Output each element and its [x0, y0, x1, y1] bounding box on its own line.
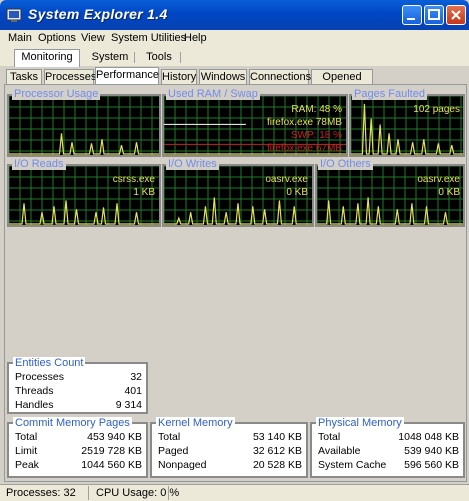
kernel-memory-box: Kernel Memory Total 53 140 KB Paged 32 612…	[150, 417, 308, 478]
io-reads-title: I/O Reads	[12, 158, 66, 170]
io-reads-value: 1 KB	[133, 187, 155, 198]
ram-top-process: firefox.exe 78MB	[266, 117, 342, 128]
io-writes-process: oasrv.exe	[265, 174, 308, 185]
kernel-label: Paged	[158, 445, 189, 457]
main-tab-bar: Monitoring System Tools	[0, 48, 469, 67]
entities-label: Handles	[15, 399, 54, 411]
tab-processes[interactable]: Processes	[44, 69, 96, 84]
processor-usage-title: Processor Usage	[12, 88, 101, 100]
io-others-title: I/O Others	[318, 158, 373, 170]
physical-value: 596 560 KB	[404, 459, 459, 471]
kernel-label: Total	[158, 431, 181, 443]
close-icon	[451, 10, 461, 20]
status-separator	[168, 486, 169, 500]
pages-faulted-value: 102 pages	[413, 104, 460, 115]
ram-swap-title: Used RAM / Swap	[166, 88, 260, 100]
kernel-memory-title: Kernel Memory	[156, 417, 235, 429]
entities-value: 401	[124, 385, 142, 397]
minimize-button[interactable]	[402, 5, 422, 25]
graph-grid	[9, 96, 159, 155]
tab-performance[interactable]: Performance	[95, 67, 159, 84]
io-others-process: oasrv.exe	[417, 174, 460, 185]
status-cpu-usage: CPU Usage: 0 %	[96, 487, 180, 499]
menu-main[interactable]: Main	[8, 32, 32, 44]
close-button[interactable]	[446, 5, 466, 25]
processor-usage-graph	[7, 94, 161, 157]
commit-label: Peak	[15, 459, 39, 471]
io-others-value: 0 KB	[438, 187, 460, 198]
tab-system[interactable]: System	[90, 50, 130, 65]
tab-opened-files[interactable]: Opened Files	[311, 69, 373, 98]
kernel-value: 32 612 KB	[252, 445, 302, 457]
physical-value: 539 940 KB	[404, 445, 459, 457]
menu-system-utilities[interactable]: System Utilities	[111, 32, 186, 44]
tab-separator	[180, 52, 181, 63]
entities-label: Processes	[15, 371, 65, 383]
kernel-label: Nonpaged	[158, 459, 207, 471]
commit-value: 453 940 KB	[87, 431, 142, 443]
ram-percent: RAM: 48 %	[291, 104, 342, 115]
io-reads-process: csrss.exe	[112, 174, 155, 185]
entities-value: 32	[130, 371, 142, 383]
status-separator	[88, 486, 89, 500]
tab-separator	[134, 52, 135, 63]
title-bar[interactable]: System Explorer 1.4	[0, 0, 469, 30]
minimize-icon	[407, 18, 415, 20]
tab-connections[interactable]: Connections	[249, 69, 311, 84]
commit-memory-title: Commit Memory Pages	[13, 417, 132, 429]
entities-count-box: Entities Count Processes 32 Threads 401 Ha…	[7, 357, 148, 414]
physical-label: Available	[318, 445, 361, 457]
status-bar: Processes: 32 CPU Usage: 0 %	[0, 484, 469, 501]
physical-memory-title: Physical Memory	[316, 417, 404, 429]
commit-value: 2519 728 KB	[81, 445, 142, 457]
swap-top-process: firefox.exe 67MB	[266, 143, 342, 154]
status-processes: Processes: 32	[6, 487, 76, 499]
physical-memory-box: Physical Memory Total 1048 048 KB Availab…	[310, 417, 465, 478]
kernel-value: 20 528 KB	[252, 459, 302, 471]
window-title: System Explorer 1.4	[28, 6, 168, 22]
pages-faulted-title: Pages Faulted	[352, 88, 427, 100]
commit-label: Total	[15, 431, 38, 443]
entities-label: Threads	[15, 385, 54, 397]
entities-value: 9 314	[115, 399, 142, 411]
tab-windows[interactable]: Windows	[199, 69, 247, 84]
menu-help[interactable]: Help	[184, 32, 207, 44]
commit-memory-box: Commit Memory Pages Total 453 940 KB Limi…	[7, 417, 148, 478]
menu-view[interactable]: View	[81, 32, 105, 44]
commit-label: Limit	[15, 445, 38, 457]
physical-value: 1048 048 KB	[398, 431, 459, 443]
tab-history[interactable]: History	[161, 69, 197, 84]
physical-label: Total	[318, 431, 341, 443]
menu-bar: Main Options View System Utilities Help	[0, 30, 469, 48]
maximize-icon	[428, 9, 440, 20]
io-writes-title: I/O Writes	[166, 158, 219, 170]
menu-options[interactable]: Options	[38, 32, 76, 44]
commit-value: 1044 560 KB	[81, 459, 142, 471]
physical-label: System Cache	[318, 459, 387, 471]
app-icon	[6, 8, 22, 22]
entities-count-title: Entities Count	[13, 357, 86, 369]
io-writes-value: 0 KB	[286, 187, 308, 198]
kernel-value: 53 140 KB	[252, 431, 302, 443]
tab-monitoring[interactable]: Monitoring	[14, 49, 80, 67]
swap-percent: SWP: 18 %	[290, 130, 342, 141]
tab-tools[interactable]: Tools	[142, 50, 176, 65]
maximize-button[interactable]	[424, 5, 444, 25]
tab-tasks[interactable]: Tasks	[6, 69, 42, 84]
